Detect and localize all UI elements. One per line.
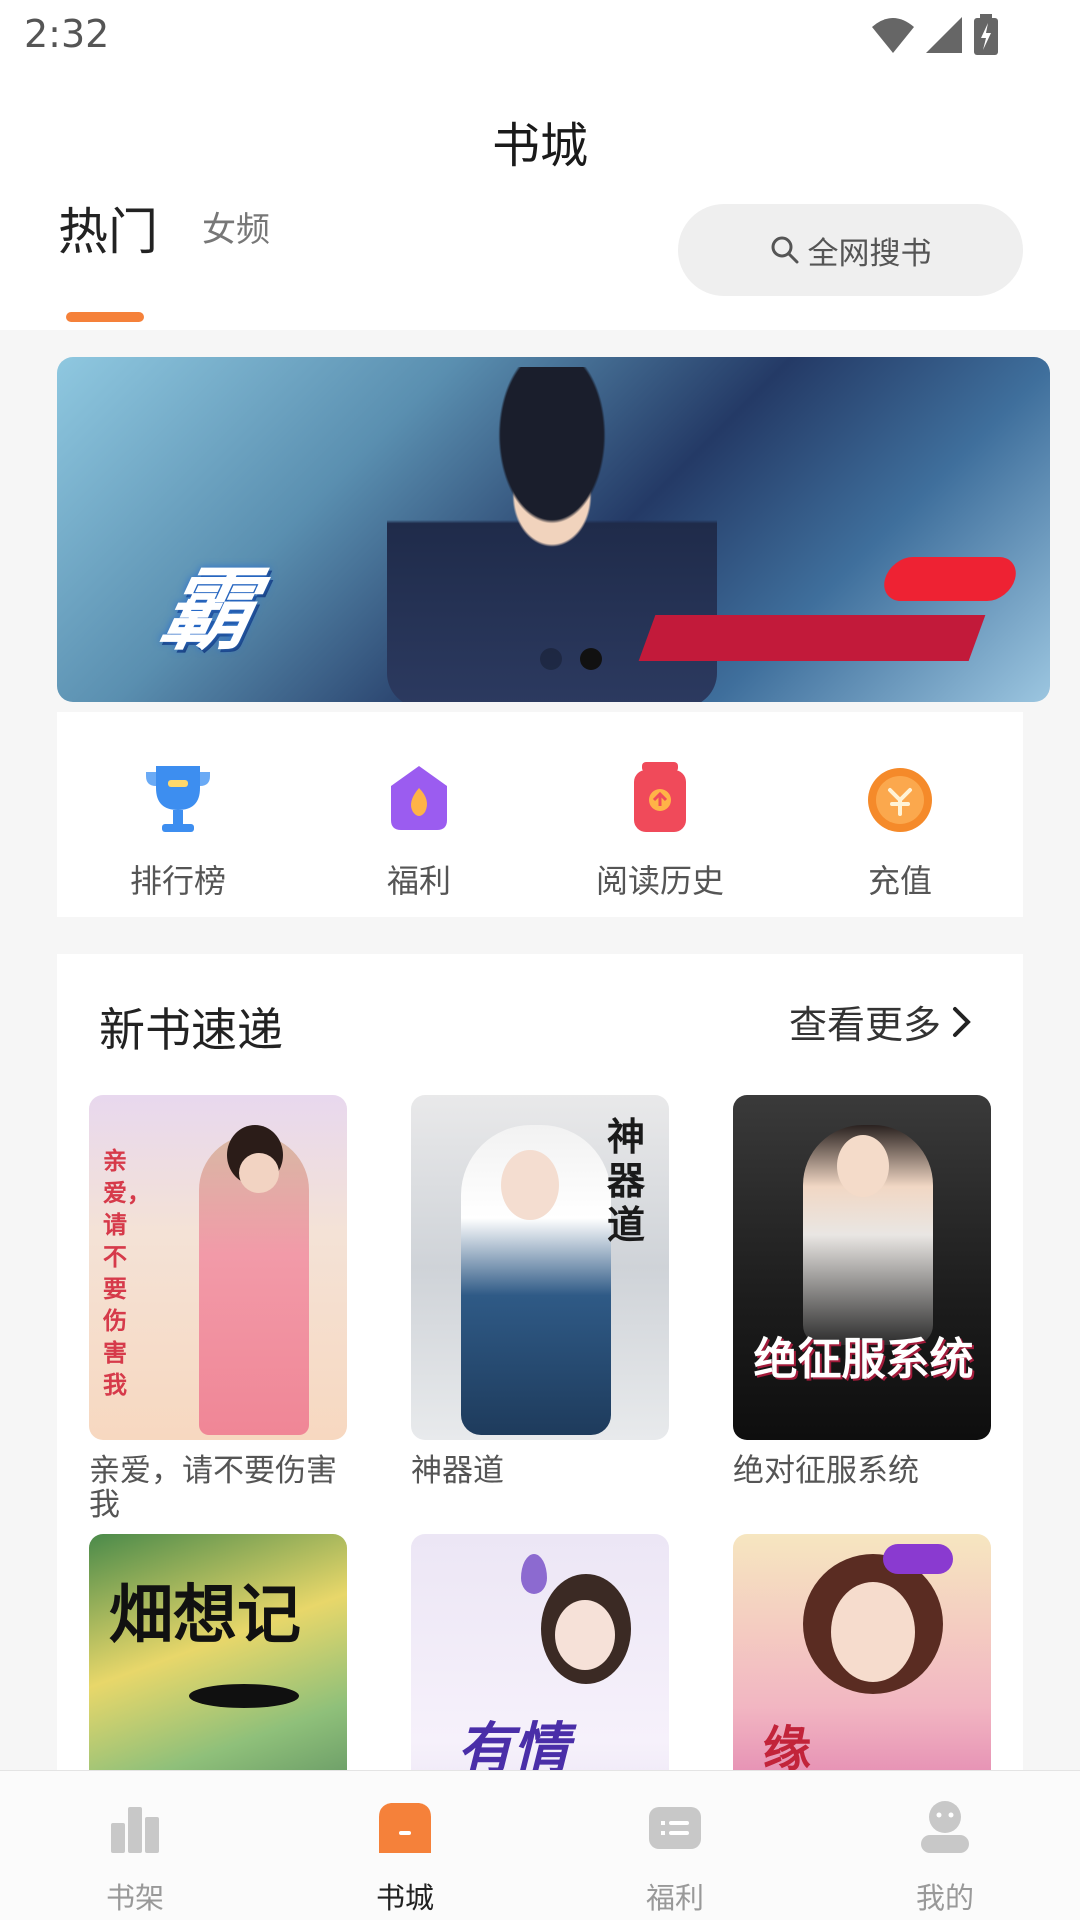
quick-label: 排行榜 [129, 862, 226, 900]
book-cover[interactable]: 绝征服系统 [733, 1095, 991, 1440]
trophy-icon [146, 766, 210, 832]
cover-text: 绝征服系统 [753, 1334, 974, 1385]
nav-item-bookshelf[interactable]: 书架 [35, 1797, 235, 1917]
nav-label: 福利 [645, 1881, 704, 1915]
tab-female[interactable]: 女频 [202, 202, 270, 251]
new-books-section: 新书速递 查看更多 亲爱，请不要伤害我 亲爱，请不要伤害我 神器道 神器道 绝征… [57, 954, 1023, 1879]
book-item[interactable]: 绝征服系统 绝对征服系统 [733, 1095, 991, 1488]
tab-hot[interactable]: 热门 [58, 192, 158, 264]
status-icons [870, 14, 1000, 56]
bookshelf-icon [111, 1807, 159, 1853]
quick-menu: 排行榜 福利 阅读历史 充值 [57, 712, 1023, 917]
book-cover[interactable]: 神器道 [411, 1095, 669, 1440]
welfare-icon [649, 1807, 701, 1849]
nav-item-welfare[interactable]: 福利 [575, 1797, 775, 1917]
cover-text: 神器道 [607, 1115, 646, 1247]
banner-dots [540, 648, 602, 670]
book-cover[interactable]: 亲爱，请不要伤害我 [89, 1095, 347, 1440]
cover-text: 缘 [763, 1721, 812, 1777]
search-icon [771, 236, 798, 264]
book-item[interactable]: 亲爱，请不要伤害我 亲爱，请不要伤害我 [89, 1095, 347, 1522]
section-title: 新书速递 [99, 1003, 283, 1057]
nav-label: 书架 [105, 1881, 164, 1915]
quick-item-recharge[interactable]: 充值 [800, 758, 1000, 908]
cover-text: 畑想记 [109, 1579, 301, 1653]
tab-indicator [66, 312, 144, 322]
history-icon [634, 762, 686, 832]
signal-icon [926, 17, 962, 53]
coin-icon [868, 768, 932, 832]
nav-item-profile[interactable]: 我的 [845, 1797, 1045, 1917]
chevron-right-icon [953, 1006, 971, 1037]
status-time: 2:32 [24, 12, 110, 56]
bottom-nav: 书架 书城 福利 我的 [0, 1770, 1080, 1920]
page-title: 书城 [491, 118, 588, 174]
wifi-icon [872, 18, 914, 53]
fire-gift-icon [391, 766, 447, 830]
battery-icon [974, 14, 998, 55]
header: 书城 热门 女频 全网搜书 [0, 72, 1080, 330]
banner-dot-active[interactable] [580, 648, 602, 670]
quick-label: 阅读历史 [595, 862, 724, 900]
book-title: 绝对征服系统 [733, 1453, 919, 1489]
cover-text: 亲爱，请不要伤害我 [103, 1147, 151, 1399]
view-more-link[interactable]: 查看更多 [789, 994, 973, 1049]
quick-item-history[interactable]: 阅读历史 [560, 758, 760, 908]
banner-title: 霸 [151, 558, 271, 663]
nav-label: 我的 [915, 1881, 974, 1915]
nav-item-bookstore[interactable]: 书城 [305, 1797, 505, 1917]
profile-icon [921, 1801, 969, 1853]
quick-label: 充值 [867, 862, 932, 900]
book-title: 亲爱，请不要伤害我 [89, 1453, 337, 1523]
bookstore-icon [379, 1803, 431, 1853]
nav-label: 书城 [375, 1881, 434, 1915]
book-item[interactable]: 神器道 神器道 [411, 1095, 669, 1488]
banner-dot[interactable] [540, 648, 562, 670]
view-more-label: 查看更多 [788, 1003, 941, 1047]
search-placeholder: 全网搜书 [807, 235, 932, 272]
search-box[interactable]: 全网搜书 [678, 204, 1023, 296]
status-bar: 2:32 [0, 0, 1080, 72]
quick-label: 福利 [386, 862, 451, 900]
quick-item-ranking[interactable]: 排行榜 [78, 758, 278, 908]
quick-item-welfare[interactable]: 福利 [319, 758, 519, 908]
book-title: 神器道 [411, 1453, 504, 1489]
